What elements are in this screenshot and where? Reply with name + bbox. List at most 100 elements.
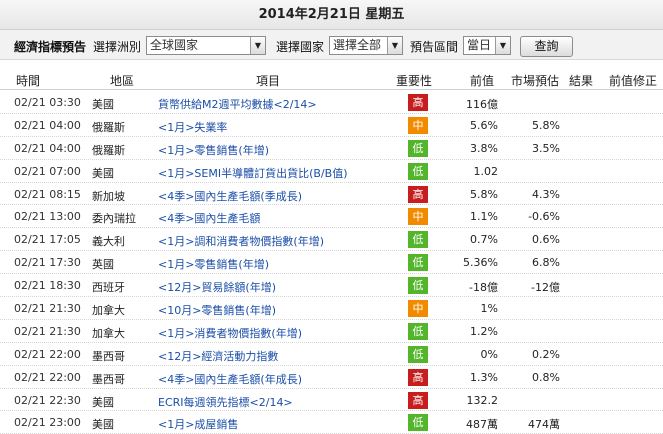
row-previous-value: 487萬 <box>466 418 498 432</box>
importance-badge: 低 <box>408 345 428 363</box>
row-previous-value: 1.2% <box>470 324 498 338</box>
row-forecast-value: 0.2% <box>532 347 560 361</box>
row-time: 02/21 22:00 <box>14 347 81 361</box>
importance-badge: 高 <box>408 94 428 111</box>
column-importance: 重要性 <box>396 74 433 88</box>
importance-badge: 中 <box>408 116 428 134</box>
row-forecast-value: 6.8% <box>532 256 560 270</box>
country-select-value: 選擇全部 <box>333 38 382 52</box>
row-time: 02/21 22:00 <box>14 370 81 384</box>
row-indicator-link[interactable]: <10月>零售銷售(年增) <box>158 302 276 318</box>
row-previous-value: 5.6% <box>470 118 498 132</box>
row-forecast-value: 4.3% <box>532 187 560 201</box>
row-time: 02/21 21:30 <box>14 324 81 338</box>
table-row: 02/21 13:00 委內瑞拉 <4季>國內生產毛額 中 1.1% -0.6% <box>0 205 663 229</box>
table-row: 02/21 04:00 俄羅斯 <1月>零售銷售(年增) 低 3.8% 3.5% <box>0 137 663 160</box>
row-region: 加拿大 <box>92 326 125 340</box>
section-label: 經濟指標預告 <box>14 40 87 54</box>
row-indicator-link[interactable]: <4季>國內生產毛額 <box>158 210 260 226</box>
date-title: 2014年2月21日 星期五 <box>0 0 663 30</box>
row-time: 02/21 04:00 <box>14 141 81 155</box>
filter-bar: 經濟指標預告 選擇洲別 全球國家 ▼ 選擇國家 選擇全部 ▼ 預告區間 當日 ▼… <box>0 30 663 60</box>
table-row: 02/21 07:00 美國 <1月>SEMI半導體訂貨出貨比(B/B值) 低 1.02 <box>0 160 663 183</box>
row-time: 02/21 23:00 <box>14 416 81 430</box>
row-forecast-value: 3.5% <box>532 141 560 155</box>
column-result: 結果 <box>569 74 594 88</box>
row-region: 西班牙 <box>92 281 125 295</box>
row-previous-value: 5.8% <box>470 187 498 201</box>
column-region: 地區 <box>110 74 135 88</box>
row-indicator-link[interactable]: <1月>零售銷售(年增) <box>158 256 269 272</box>
importance-badge: 低 <box>408 322 428 340</box>
row-forecast-value: 0.8% <box>532 370 560 384</box>
continent-select-value: 全球國家 <box>150 38 199 52</box>
row-time: 02/21 04:00 <box>14 118 81 132</box>
row-previous-value: 1.3% <box>470 370 498 384</box>
continent-select[interactable]: 全球國家 ▼ <box>146 36 266 55</box>
importance-badge: 中 <box>408 208 428 226</box>
period-select[interactable]: 當日 ▼ <box>463 36 511 55</box>
importance-badge: 低 <box>408 254 428 272</box>
row-previous-value: 132.2 <box>466 393 499 407</box>
row-region: 美國 <box>92 98 114 111</box>
row-forecast-value: 5.8% <box>532 118 560 132</box>
row-indicator-link[interactable]: 貨幣供給M2週平均數據<2/14> <box>158 96 317 112</box>
row-indicator-link[interactable]: <12月>貿易餘額(年增) <box>158 279 276 295</box>
row-region: 墨西哥 <box>92 372 125 386</box>
row-indicator-link[interactable]: <1月>SEMI半導體訂貨出貨比(B/B值) <box>158 165 347 181</box>
row-indicator-link[interactable]: <1月>零售銷售(年增) <box>158 142 269 158</box>
query-button[interactable]: 查詢 <box>520 36 573 57</box>
row-previous-value: 0.7% <box>470 233 498 247</box>
table-row: 02/21 22:00 墨西哥 <4季>國內生產毛額(年成長) 高 1.3% 0.8% <box>0 366 663 389</box>
importance-badge: 低 <box>408 414 428 432</box>
chevron-down-icon: ▼ <box>250 37 265 54</box>
column-previous: 前值 <box>470 74 495 88</box>
table-row: 02/21 17:30 英國 <1月>零售銷售(年增) 低 5.36% 6.8% <box>0 251 663 275</box>
table-row: 02/21 04:00 俄羅斯 <1月>失業率 中 5.6% 5.8% <box>0 114 663 137</box>
row-indicator-link[interactable]: <12月>經濟活動力指數 <box>158 348 278 364</box>
table-row: 02/21 22:00 墨西哥 <12月>經濟活動力指數 低 0% 0.2% <box>0 343 663 366</box>
table-row: 02/21 23:00 美國 <1月>成屋銷售 低 487萬 474萬 <box>0 411 663 434</box>
row-time: 02/21 22:30 <box>14 393 81 407</box>
row-region: 美國 <box>92 166 114 180</box>
row-indicator-link[interactable]: <1月>調和消費者物價指數(年增) <box>158 233 324 249</box>
row-forecast-value: -12億 <box>531 281 560 295</box>
row-previous-value: 5.36% <box>463 256 498 270</box>
importance-badge: 高 <box>408 391 428 409</box>
chevron-down-icon: ▼ <box>495 37 510 54</box>
importance-badge: 低 <box>408 139 428 157</box>
importance-badge: 低 <box>408 277 428 295</box>
row-time: 02/21 07:00 <box>14 164 81 178</box>
row-time: 02/21 17:05 <box>14 233 81 247</box>
country-select[interactable]: 選擇全部 ▼ <box>329 36 403 55</box>
row-previous-value: 116億 <box>466 98 498 111</box>
period-select-value: 當日 <box>467 38 492 52</box>
period-label: 預告區間 <box>410 40 459 54</box>
row-time: 02/21 03:30 <box>14 96 81 109</box>
row-region: 墨西哥 <box>92 349 125 363</box>
row-region: 美國 <box>92 418 114 432</box>
row-indicator-link[interactable]: <1月>失業率 <box>158 119 227 135</box>
row-region: 美國 <box>92 395 114 409</box>
importance-badge: 低 <box>408 231 428 249</box>
row-previous-value: 1.1% <box>470 210 498 224</box>
table-row: 02/21 18:30 西班牙 <12月>貿易餘額(年增) 低 -18億 -12億 <box>0 274 663 298</box>
indicator-table: 02/21 03:30 美國 貨幣供給M2週平均數據<2/14> 高 116億 02/21… <box>0 91 663 434</box>
country-label: 選擇國家 <box>276 40 325 54</box>
column-time: 時間 <box>16 74 41 88</box>
importance-badge: 高 <box>408 368 428 386</box>
row-indicator-link[interactable]: ECRI每週領先指標<2/14> <box>158 394 293 410</box>
row-indicator-link[interactable]: <4季>國內生產毛額(年成長) <box>158 371 302 387</box>
row-indicator-link[interactable]: <1月>消費者物價指數(年增) <box>158 325 302 341</box>
table-row: 02/21 03:30 美國 貨幣供給M2週平均數據<2/14> 高 116億 <box>0 91 663 114</box>
row-indicator-link[interactable]: <1月>成屋銷售 <box>158 416 238 432</box>
table-row: 02/21 22:30 美國 ECRI每週領先指標<2/14> 高 132.2 <box>0 389 663 412</box>
row-previous-value: 1.02 <box>473 164 499 178</box>
importance-badge: 高 <box>408 185 428 203</box>
column-revised: 前值修正 <box>609 74 658 88</box>
row-region: 俄羅斯 <box>92 120 125 134</box>
row-indicator-link[interactable]: <4季>國內生產毛額(季成長) <box>158 188 302 204</box>
row-region: 英國 <box>92 258 114 272</box>
row-previous-value: 0% <box>480 347 498 361</box>
row-region: 委內瑞拉 <box>92 212 136 226</box>
